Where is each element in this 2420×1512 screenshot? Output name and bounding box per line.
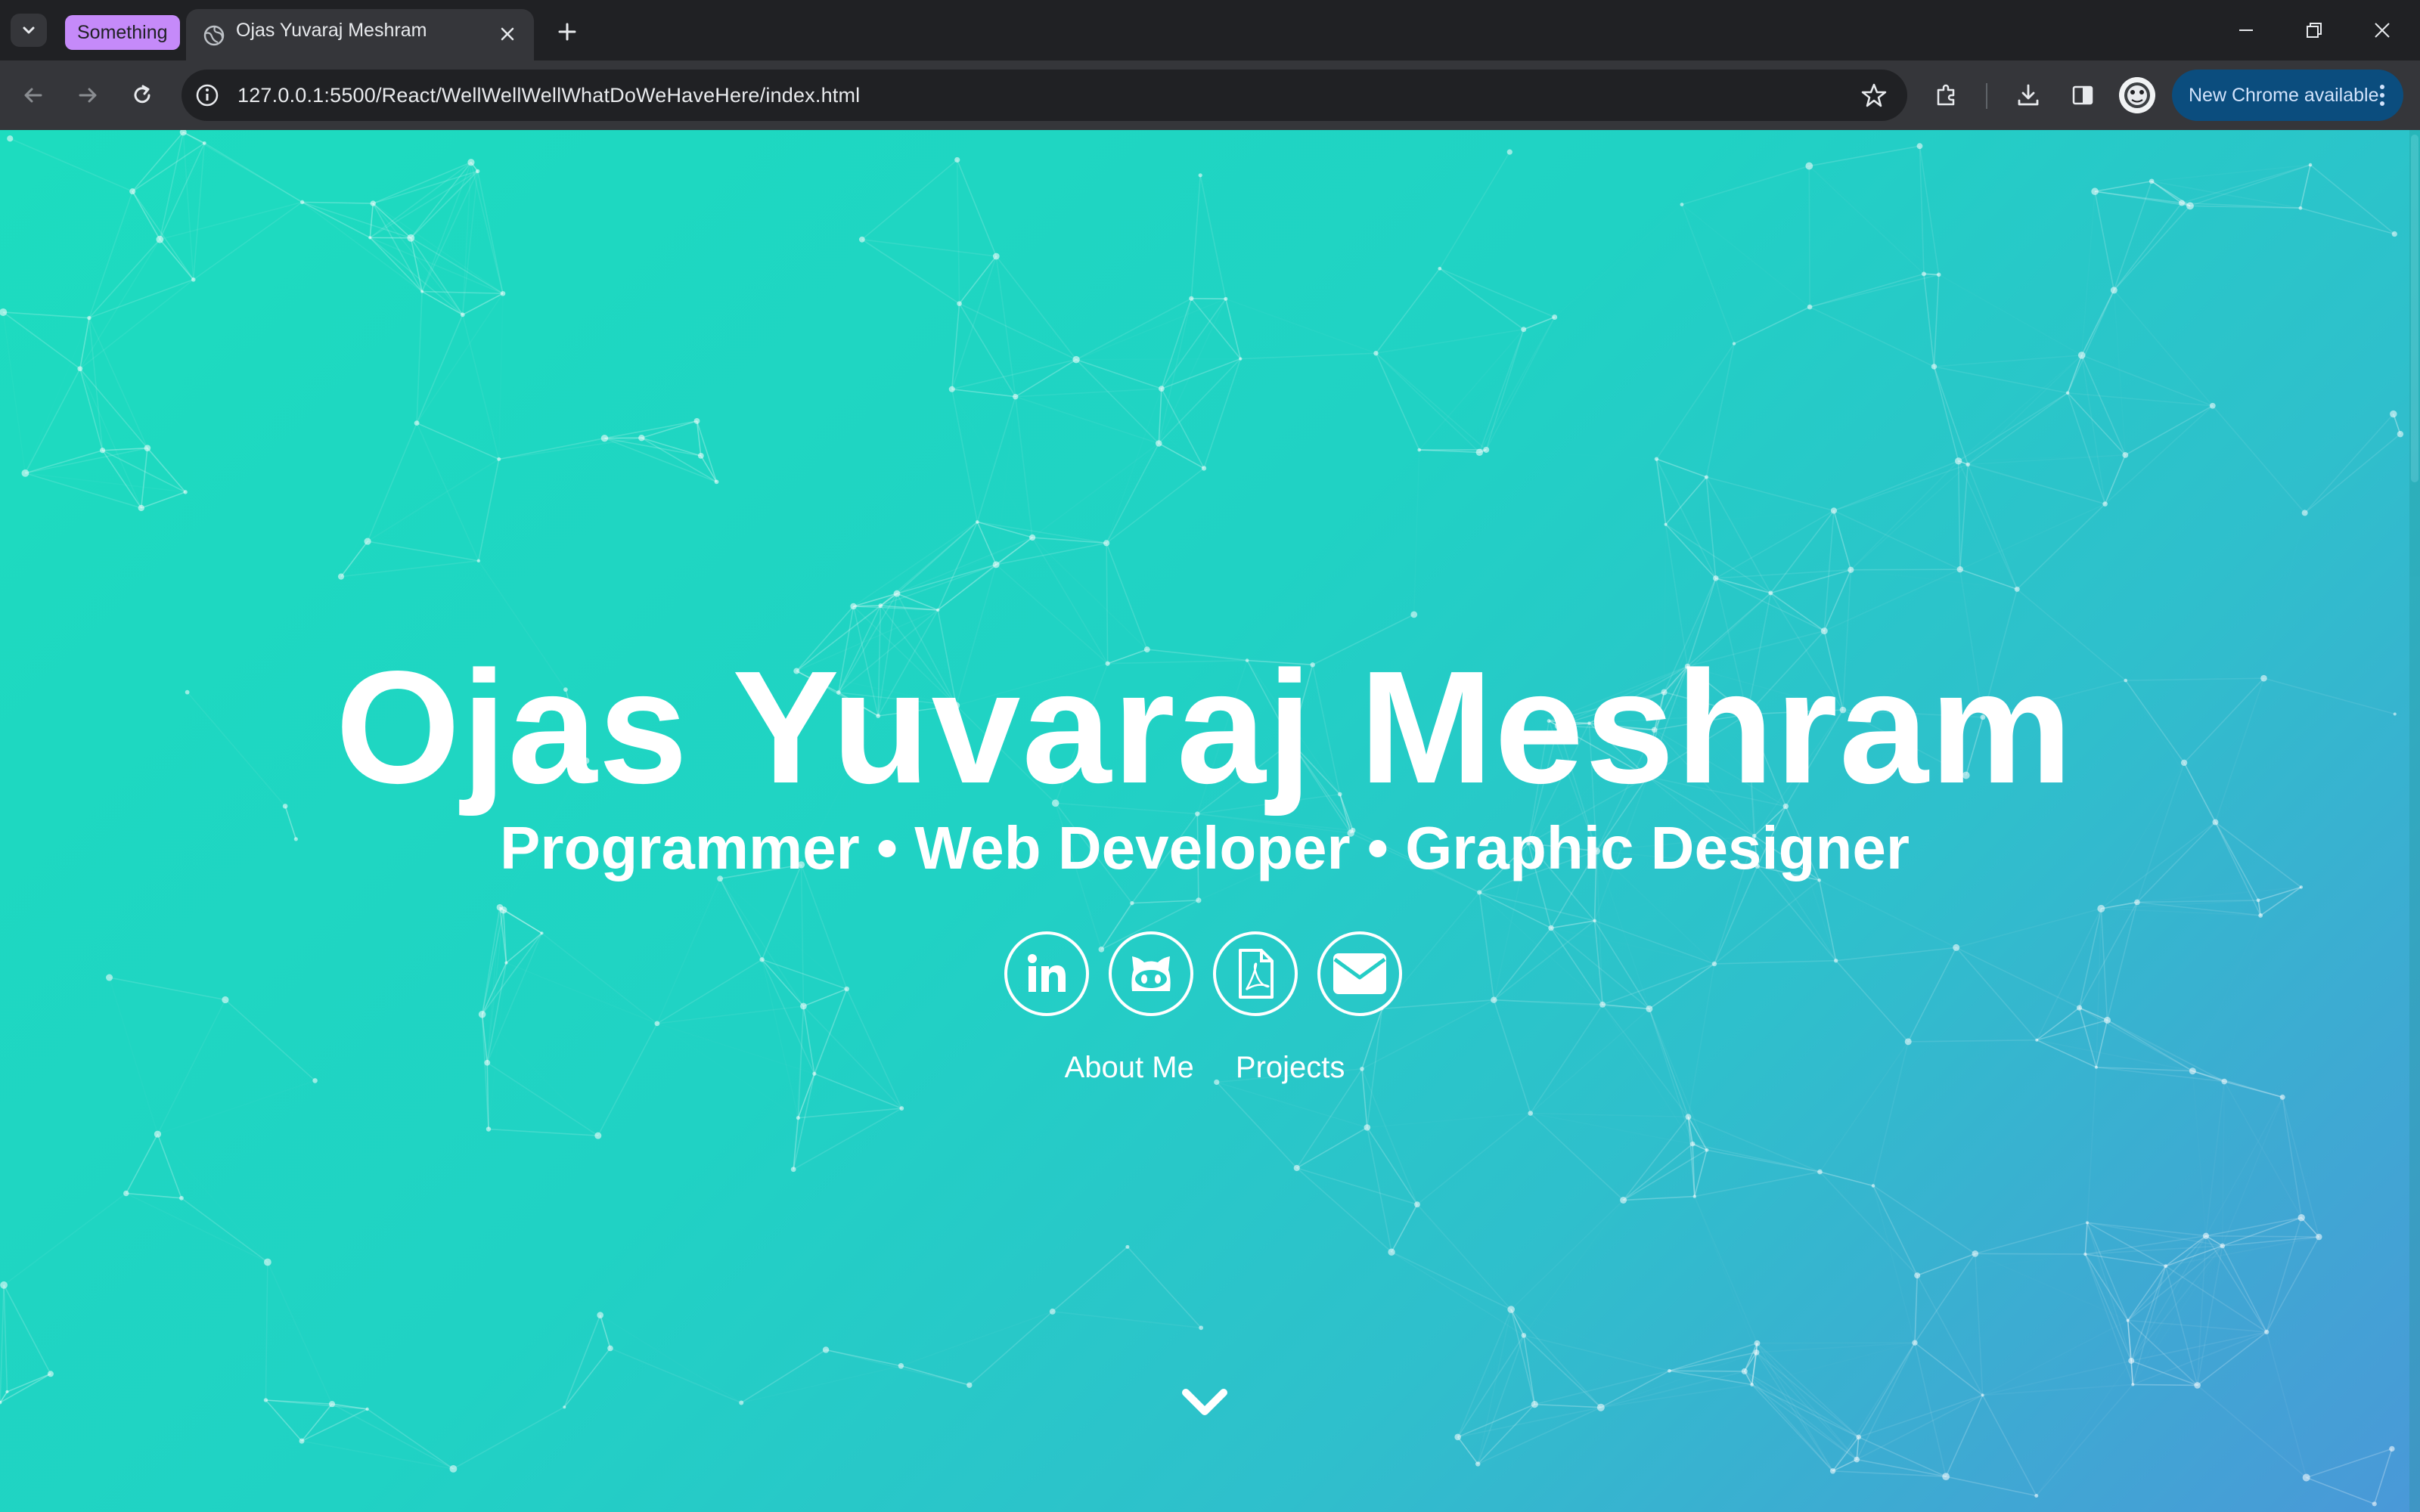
minimize-button[interactable] xyxy=(2223,12,2269,48)
tab-title: Ojas Yuvaraj Meshram xyxy=(236,20,427,41)
side-panel-icon xyxy=(2072,85,2093,105)
projects-link[interactable]: Projects xyxy=(1236,1045,1345,1090)
tab-close-button[interactable] xyxy=(496,23,519,45)
pdf-file-icon xyxy=(1239,949,1274,999)
minimize-icon xyxy=(2239,29,2253,31)
downloads-button[interactable] xyxy=(2010,77,2046,113)
forward-button[interactable] xyxy=(70,77,106,113)
tab-group-chip[interactable]: Something xyxy=(65,15,180,50)
email-icon xyxy=(1333,953,1386,994)
plus-icon xyxy=(558,23,576,41)
reload-button[interactable] xyxy=(124,77,160,113)
arrow-right-icon xyxy=(79,88,97,103)
hero-section: Ojas Yuvaraj Meshram Programmer • Web De… xyxy=(0,130,2409,1512)
chevron-down-icon xyxy=(23,26,35,34)
profile-picture-icon xyxy=(2119,77,2155,113)
about-me-link[interactable]: About Me xyxy=(1065,1045,1194,1090)
url-text[interactable]: 127.0.0.1:5500/React/WellWellWellWhatDoW… xyxy=(237,70,860,121)
kebab-menu-icon[interactable] xyxy=(2375,82,2390,109)
linkedin-link[interactable] xyxy=(1004,931,1089,1016)
hero-name: Ojas Yuvaraj Meshram xyxy=(335,637,2074,816)
restore-icon xyxy=(2307,23,2322,38)
puzzle-icon xyxy=(1937,84,1955,106)
info-icon[interactable] xyxy=(194,82,221,109)
social-links xyxy=(1000,931,1416,1022)
tab-strip: Something Ojas Yuvaraj Meshram xyxy=(0,0,2420,60)
chrome-update-button[interactable]: New Chrome available xyxy=(2172,70,2403,121)
toolbar-divider xyxy=(1986,83,1987,109)
page-viewport: Ojas Yuvaraj Meshram Programmer • Web De… xyxy=(0,130,2420,1512)
scroll-down-chevron-icon[interactable] xyxy=(1180,1385,1230,1421)
close-icon xyxy=(2375,23,2390,38)
email-link[interactable] xyxy=(1317,931,1402,1016)
back-button[interactable] xyxy=(15,77,51,113)
update-label: New Chrome available xyxy=(2189,85,2379,106)
close-icon xyxy=(501,27,514,41)
profile-avatar[interactable] xyxy=(2119,77,2155,113)
restore-button[interactable] xyxy=(2291,12,2337,48)
tab-search-button[interactable] xyxy=(11,14,47,47)
browser-window: Something Ojas Yuvaraj Meshram 127.0.0.1… xyxy=(0,0,2420,1512)
reload-icon xyxy=(134,85,150,104)
github-link[interactable] xyxy=(1109,931,1193,1016)
scrollbar-thumb[interactable] xyxy=(2411,135,2418,482)
resume-pdf-link[interactable] xyxy=(1213,931,1298,1016)
extensions-button[interactable] xyxy=(1928,77,1965,113)
browser-toolbar: 127.0.0.1:5500/React/WellWellWellWhatDoW… xyxy=(0,60,2420,130)
close-window-button[interactable] xyxy=(2360,12,2405,48)
new-tab-button[interactable] xyxy=(552,17,582,47)
active-tab[interactable]: Ojas Yuvaraj Meshram xyxy=(186,9,534,60)
side-panel-button[interactable] xyxy=(2065,77,2101,113)
download-icon xyxy=(2018,84,2039,106)
address-bar[interactable]: 127.0.0.1:5500/React/WellWellWellWhatDoW… xyxy=(182,70,1907,121)
hero-subtitle: Programmer • Web Developer • Graphic Des… xyxy=(499,814,1910,881)
github-icon xyxy=(1131,956,1171,991)
linkedin-icon xyxy=(1028,954,1066,992)
star-icon[interactable] xyxy=(1860,82,1888,109)
page-scrollbar[interactable] xyxy=(2409,130,2420,1512)
arrow-left-icon xyxy=(24,88,42,103)
globe-icon xyxy=(203,25,225,46)
hero-nav: About Me Projects xyxy=(0,1045,2409,1090)
